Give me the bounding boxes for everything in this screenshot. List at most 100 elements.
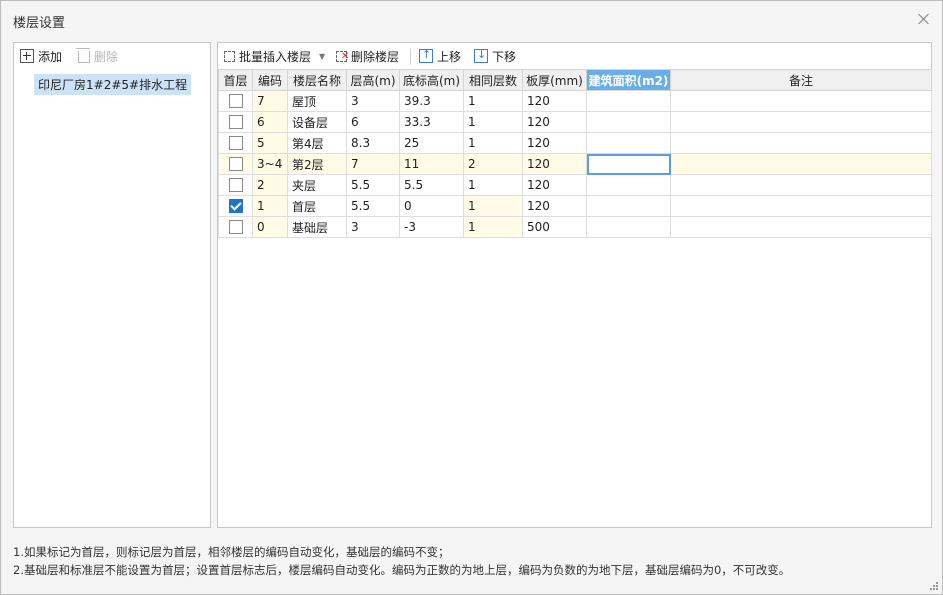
floor-name-cell[interactable]: 基础层 bbox=[287, 216, 347, 238]
col-header-slab-thickness[interactable]: 板厚(mm) bbox=[522, 69, 587, 91]
col-header-same-floor-count[interactable]: 相同层数 bbox=[463, 69, 523, 91]
slab-thickness-cell[interactable]: 120 bbox=[522, 195, 587, 217]
slab-thickness-cell[interactable]: 120 bbox=[522, 153, 587, 175]
tree-item-project[interactable]: 印尼厂房1#2#5#排水工程 bbox=[34, 74, 192, 95]
floor-name-cell[interactable]: 夹层 bbox=[287, 174, 347, 196]
bottom-elevation-cell[interactable]: 11 bbox=[399, 153, 464, 175]
building-area-cell[interactable] bbox=[586, 90, 671, 112]
building-area-cell[interactable] bbox=[586, 111, 671, 133]
col-header-bottom-elevation[interactable]: 底标高(m) bbox=[399, 69, 464, 91]
toolbar-divider bbox=[410, 49, 411, 65]
floor-name-cell[interactable]: 第4层 bbox=[287, 132, 347, 154]
floor-name-cell[interactable]: 屋顶 bbox=[287, 90, 347, 112]
same-floor-count-cell[interactable]: 2 bbox=[463, 153, 523, 175]
first-floor-cell bbox=[218, 111, 253, 133]
first-floor-checkbox[interactable] bbox=[228, 136, 243, 151]
slab-thickness-cell[interactable]: 500 bbox=[522, 216, 587, 238]
floor-name-cell[interactable]: 设备层 bbox=[287, 111, 347, 133]
first-floor-checkbox[interactable] bbox=[228, 157, 243, 172]
add-button[interactable]: 添加 bbox=[20, 47, 62, 65]
first-floor-cell bbox=[218, 195, 253, 217]
floor-height-cell[interactable]: 5.5 bbox=[346, 195, 400, 217]
floor-height-cell[interactable]: 7 bbox=[346, 153, 400, 175]
building-area-cell[interactable] bbox=[586, 195, 671, 217]
move-up-button[interactable]: 上移 bbox=[419, 47, 461, 65]
batch-insert-label: 批量插入楼层 bbox=[239, 49, 312, 64]
title-bar: 楼层设置 bbox=[1, 1, 942, 39]
slab-thickness-cell[interactable]: 120 bbox=[522, 90, 587, 112]
col-header-building-area[interactable]: 建筑面积(m2) bbox=[586, 69, 671, 91]
remarks-cell[interactable] bbox=[670, 153, 932, 175]
code-cell[interactable]: 3~4 bbox=[252, 153, 288, 175]
bottom-elevation-cell[interactable]: 39.3 bbox=[399, 90, 464, 112]
floor-height-cell[interactable]: 8.3 bbox=[346, 132, 400, 154]
trash-icon bbox=[76, 48, 90, 63]
bottom-elevation-cell[interactable]: -3 bbox=[399, 216, 464, 238]
building-area-cell[interactable] bbox=[586, 216, 671, 238]
remarks-cell[interactable] bbox=[670, 132, 932, 154]
bottom-elevation-cell[interactable]: 25 bbox=[399, 132, 464, 154]
add-label: 添加 bbox=[38, 49, 63, 64]
code-cell[interactable]: 7 bbox=[252, 90, 288, 112]
floor-height-cell[interactable]: 3 bbox=[346, 216, 400, 238]
remarks-cell[interactable] bbox=[670, 195, 932, 217]
col-header-floor-name[interactable]: 楼层名称 bbox=[287, 69, 347, 91]
slab-thickness-cell[interactable]: 120 bbox=[522, 174, 587, 196]
col-header-remarks[interactable]: 备注 bbox=[670, 69, 932, 91]
same-floor-count-cell[interactable]: 1 bbox=[463, 216, 523, 238]
first-floor-checkbox[interactable] bbox=[228, 115, 243, 130]
same-floor-count-cell[interactable]: 1 bbox=[463, 132, 523, 154]
slab-thickness-cell[interactable]: 120 bbox=[522, 111, 587, 133]
chevron-down-icon[interactable]: ▼ bbox=[319, 52, 325, 61]
first-floor-checkbox[interactable] bbox=[228, 199, 243, 214]
table-row: 6 设备层 6 33.3 1 120 bbox=[218, 111, 932, 133]
first-floor-checkbox[interactable] bbox=[228, 178, 243, 193]
delete-floor-button[interactable]: 删除楼层 bbox=[336, 47, 399, 65]
same-floor-count-cell[interactable]: 1 bbox=[463, 195, 523, 217]
remarks-cell[interactable] bbox=[670, 216, 932, 238]
close-icon[interactable] bbox=[916, 11, 932, 27]
same-floor-count-cell[interactable]: 1 bbox=[463, 90, 523, 112]
floor-height-cell[interactable]: 6 bbox=[346, 111, 400, 133]
move-down-button[interactable]: 下移 bbox=[474, 47, 516, 65]
resize-grip-icon[interactable] bbox=[930, 582, 938, 590]
remarks-cell[interactable] bbox=[670, 90, 932, 112]
floor-height-cell[interactable]: 5.5 bbox=[346, 174, 400, 196]
code-cell[interactable]: 6 bbox=[252, 111, 288, 133]
col-header-code[interactable]: 编码 bbox=[252, 69, 288, 91]
instruction-line: 2.基础层和标准层不能设置为首层；设置首层标志后，楼层编码自动变化。编码为正数的… bbox=[13, 563, 791, 577]
table-header-row: 首层 编码 楼层名称 层高(m) 底标高(m) 相同层数 板厚(mm) 建筑面积… bbox=[218, 69, 932, 91]
table-row: 2 夹层 5.5 5.5 1 120 bbox=[218, 174, 932, 196]
batch-insert-floors-button[interactable]: 批量插入楼层 ▼ bbox=[224, 47, 325, 65]
instruction-line: 1.如果标记为首层，则标记层为首层，相邻楼层的编码自动变化，基础层的编码不变； bbox=[13, 545, 450, 559]
same-floor-count-cell[interactable]: 1 bbox=[463, 111, 523, 133]
delete-button[interactable]: 删除 bbox=[76, 47, 118, 65]
first-floor-checkbox[interactable] bbox=[228, 94, 243, 109]
bottom-elevation-cell[interactable]: 33.3 bbox=[399, 111, 464, 133]
building-area-cell[interactable] bbox=[586, 153, 671, 175]
floor-height-cell[interactable]: 3 bbox=[346, 90, 400, 112]
floor-name-cell[interactable]: 首层 bbox=[287, 195, 347, 217]
table-row: 7 屋顶 3 39.3 1 120 bbox=[218, 90, 932, 112]
same-floor-count-cell[interactable]: 1 bbox=[463, 174, 523, 196]
floor-table: 首层 编码 楼层名称 层高(m) 底标高(m) 相同层数 板厚(mm) 建筑面积… bbox=[218, 69, 932, 238]
slab-thickness-cell[interactable]: 120 bbox=[522, 132, 587, 154]
building-area-cell[interactable] bbox=[586, 174, 671, 196]
code-cell[interactable]: 2 bbox=[252, 174, 288, 196]
bottom-elevation-cell[interactable]: 5.5 bbox=[399, 174, 464, 196]
code-cell[interactable]: 5 bbox=[252, 132, 288, 154]
remarks-cell[interactable] bbox=[670, 174, 932, 196]
first-floor-cell bbox=[218, 132, 253, 154]
col-header-first-floor[interactable]: 首层 bbox=[218, 69, 253, 91]
code-cell[interactable]: 0 bbox=[252, 216, 288, 238]
col-header-floor-height[interactable]: 层高(m) bbox=[346, 69, 400, 91]
first-floor-cell bbox=[218, 174, 253, 196]
remarks-cell[interactable] bbox=[670, 111, 932, 133]
table-row: 3~4 第2层 7 11 2 120 bbox=[218, 153, 932, 175]
first-floor-checkbox[interactable] bbox=[228, 220, 243, 235]
code-cell[interactable]: 1 bbox=[252, 195, 288, 217]
bottom-elevation-cell[interactable]: 0 bbox=[399, 195, 464, 217]
building-area-cell[interactable] bbox=[586, 132, 671, 154]
floor-name-cell[interactable]: 第2层 bbox=[287, 153, 347, 175]
delete-floor-label: 删除楼层 bbox=[351, 49, 400, 64]
